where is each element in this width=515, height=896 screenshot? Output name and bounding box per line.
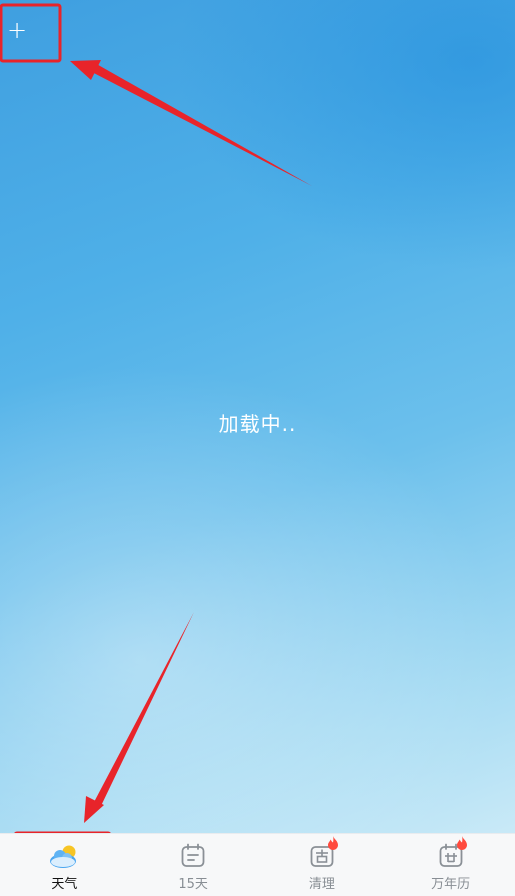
almanac-icon [434,836,468,870]
tab-label: 15天 [178,877,208,892]
calendar-icon [176,842,210,870]
tab-label: 天气 [51,877,78,892]
tab-15-day[interactable]: 15天 [129,834,258,896]
arrow-to-add [88,62,312,186]
tab-clean[interactable]: 清理 [258,834,387,896]
loading-text: 加载中.. [218,412,297,436]
tab-almanac[interactable]: 万年历 [386,834,515,896]
fire-icon [456,836,467,850]
tab-label: 万年历 [431,877,471,892]
weather-screen: + 加载中.. 天气 15天 清理 万年历 [0,0,515,896]
tab-weather[interactable]: 天气 [0,834,129,896]
arrow-head-weather-tab [84,796,104,823]
bottom-tab-bar: 天气 15天 清理 万年历 [0,833,515,896]
arrow-to-weather-tab [93,612,194,808]
add-city-button[interactable]: + [6,12,28,48]
fire-icon [327,836,338,850]
arrow-head-add [70,60,101,80]
weather-icon [47,842,81,870]
tab-label: 清理 [308,877,335,892]
clean-icon [305,836,339,870]
tutorial-annotation [0,3,312,896]
